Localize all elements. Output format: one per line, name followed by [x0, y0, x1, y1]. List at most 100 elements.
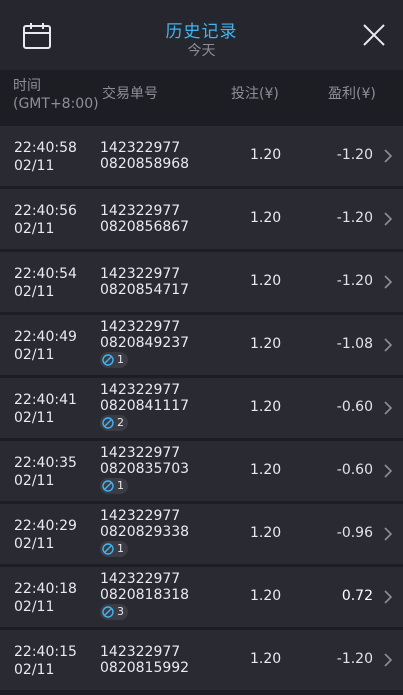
row-date-value: 02/11 — [14, 599, 55, 615]
row-pnl: -1.20 — [336, 147, 373, 163]
row-date-value: 02/11 — [14, 221, 55, 237]
row-bet: 1.20 — [250, 525, 282, 541]
bonus-count: 1 — [117, 542, 124, 555]
row-order: 142322977 0820858968 — [100, 140, 189, 172]
order-number-part2: 0820858968 — [100, 156, 190, 172]
history-row[interactable]: 22:40:15 02/11 142322977 0820815992 1.20… — [0, 630, 403, 690]
order-number-part2: 0820818318 — [100, 587, 190, 603]
history-row[interactable]: 22:40:35 02/11 142322977 0820835703 1 1.… — [0, 441, 403, 501]
history-row[interactable]: 22:40:41 02/11 142322977 0820841117 2 1.… — [0, 378, 403, 438]
row-pnl: -0.60 — [336, 462, 373, 478]
row-order: 142322977 0820854717 — [100, 266, 189, 298]
timezone-label: (GMT+8:00) — [13, 96, 99, 112]
order-number-part1: 142322977 — [100, 644, 181, 660]
order-number-part1: 142322977 — [100, 319, 181, 335]
row-time: 22:40:18 02/11 — [14, 580, 77, 616]
order-number-part1: 142322977 — [100, 571, 181, 587]
chevron-right-icon — [384, 275, 392, 289]
chevron-right-icon — [384, 212, 392, 226]
order-number-part2: 0820841117 — [100, 398, 190, 414]
row-order: 142322977 0820856867 — [100, 203, 189, 235]
row-time-value: 22:40:49 — [14, 329, 77, 345]
row-pnl: 0.72 — [341, 588, 373, 604]
row-order: 142322977 0820815992 — [100, 644, 189, 676]
order-number-part1: 142322977 — [100, 508, 181, 524]
row-pnl: -0.96 — [336, 525, 373, 541]
chevron-right-icon — [384, 401, 392, 415]
history-row[interactable]: 22:40:49 02/11 142322977 0820849237 1 1.… — [0, 315, 403, 375]
row-time-value: 22:40:56 — [14, 203, 77, 219]
order-number-part1: 142322977 — [100, 382, 181, 398]
history-row[interactable]: 22:40:58 02/11 142322977 0820858968 1.20… — [0, 126, 403, 186]
row-date-value: 02/11 — [14, 284, 55, 300]
order-number-part2: 0820815992 — [100, 660, 190, 676]
row-bet: 1.20 — [250, 588, 282, 604]
bonus-count: 1 — [117, 353, 124, 366]
order-number-part1: 142322977 — [100, 140, 181, 156]
date-filter-label[interactable]: 今天 — [0, 40, 403, 60]
row-date-value: 02/11 — [14, 473, 55, 489]
row-time-value: 22:40:15 — [14, 644, 77, 660]
row-bet: 1.20 — [250, 210, 282, 226]
row-time-value: 22:40:18 — [14, 581, 77, 597]
history-row[interactable]: 22:40:54 02/11 142322977 0820854717 1.20… — [0, 252, 403, 312]
pnl-column-header: 盈利(¥) — [328, 86, 376, 102]
row-date-value: 02/11 — [14, 536, 55, 552]
bonus-badge: 1 — [100, 478, 128, 494]
row-time: 22:40:29 02/11 — [14, 517, 77, 553]
row-order: 142322977 0820829338 1 — [100, 508, 189, 559]
row-time-value: 22:40:41 — [14, 392, 77, 408]
close-icon[interactable] — [361, 22, 387, 48]
order-number-part2: 0820854717 — [100, 282, 190, 298]
row-order: 142322977 0820818318 3 — [100, 571, 189, 622]
row-order: 142322977 0820841117 2 — [100, 382, 189, 433]
order-number-part2: 0820849237 — [100, 335, 190, 351]
row-date-value: 02/11 — [14, 158, 55, 174]
row-pnl: -1.20 — [336, 651, 373, 667]
row-time: 22:40:35 02/11 — [14, 454, 77, 490]
bonus-count: 1 — [117, 479, 124, 492]
chevron-right-icon — [384, 590, 392, 604]
row-time-value: 22:40:58 — [14, 140, 77, 156]
row-bet: 1.20 — [250, 336, 282, 352]
history-row[interactable]: 22:40:29 02/11 142322977 0820829338 1 1.… — [0, 504, 403, 564]
row-time: 22:40:49 02/11 — [14, 328, 77, 364]
row-order: 142322977 0820835703 1 — [100, 445, 189, 496]
row-pnl: -0.60 — [336, 399, 373, 415]
row-time: 22:40:41 02/11 — [14, 391, 77, 427]
row-time-value: 22:40:35 — [14, 455, 77, 471]
bonus-count: 2 — [117, 416, 124, 429]
header-bar: 历史记录 今天 — [0, 0, 403, 70]
order-number-part1: 142322977 — [100, 445, 181, 461]
row-pnl: -1.20 — [336, 273, 373, 289]
order-number-part2: 0820856867 — [100, 219, 190, 235]
blocked-circle-icon — [102, 354, 114, 366]
row-date-value: 02/11 — [14, 410, 55, 426]
history-row[interactable]: 22:40:18 02/11 142322977 0820818318 3 1.… — [0, 567, 403, 627]
row-bet: 1.20 — [250, 273, 282, 289]
order-number-part2: 0820829338 — [100, 524, 190, 540]
chevron-right-icon — [384, 149, 392, 163]
column-header: 时间 (GMT+8:00) 交易单号 投注(¥) 盈利(¥) — [0, 70, 403, 118]
row-pnl: -1.20 — [336, 210, 373, 226]
row-time: 22:40:54 02/11 — [14, 265, 77, 301]
blocked-circle-icon — [102, 543, 114, 555]
history-row[interactable]: 22:40:56 02/11 142322977 0820856867 1.20… — [0, 189, 403, 249]
bet-column-header: 投注(¥) — [231, 86, 279, 102]
chevron-right-icon — [384, 464, 392, 478]
row-date-value: 02/11 — [14, 347, 55, 363]
chevron-right-icon — [384, 338, 392, 352]
row-time-value: 22:40:29 — [14, 518, 77, 534]
row-bet: 1.20 — [250, 651, 282, 667]
time-column-label: 时间 — [13, 78, 41, 94]
bonus-badge: 1 — [100, 352, 128, 368]
order-number-part2: 0820835703 — [100, 461, 190, 477]
bonus-count: 3 — [117, 605, 124, 618]
bonus-badge: 2 — [100, 415, 128, 431]
history-list: 22:40:58 02/11 142322977 0820858968 1.20… — [0, 126, 403, 693]
bonus-badge: 3 — [100, 604, 128, 620]
row-date-value: 02/11 — [14, 662, 55, 678]
row-pnl: -1.08 — [336, 336, 373, 352]
row-bet: 1.20 — [250, 147, 282, 163]
blocked-circle-icon — [102, 417, 114, 429]
